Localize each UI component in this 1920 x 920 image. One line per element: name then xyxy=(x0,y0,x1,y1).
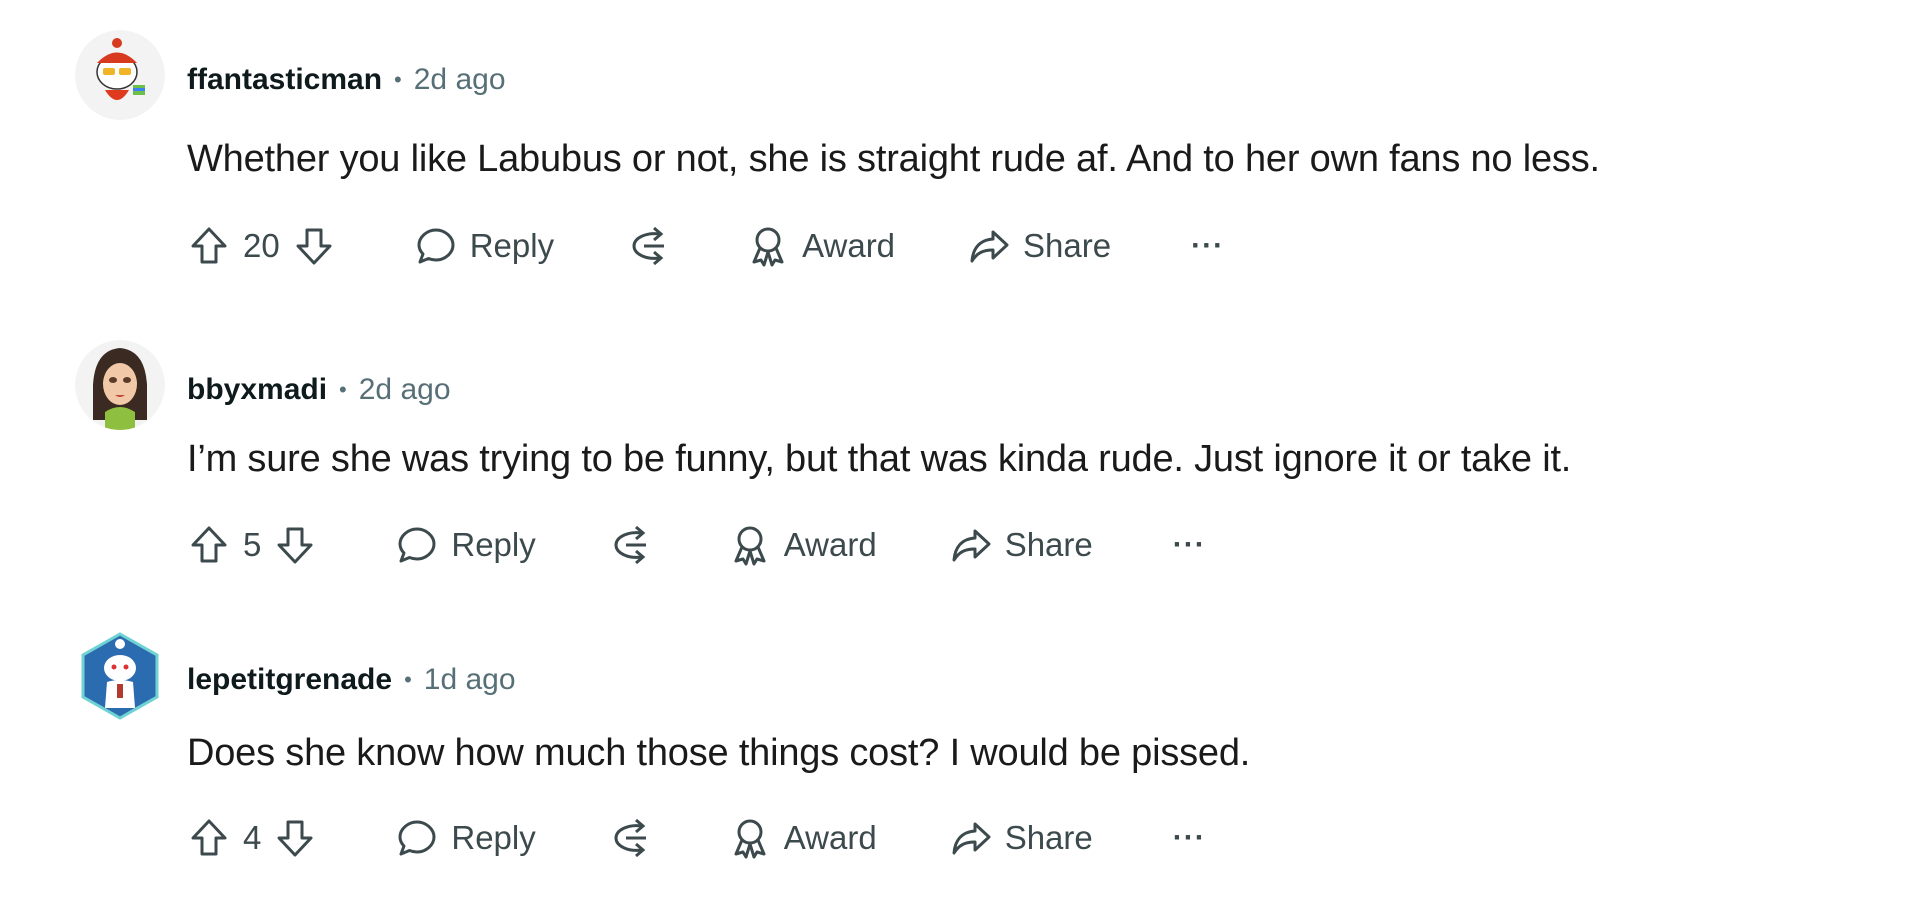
reply-button[interactable]: Reply xyxy=(395,816,536,860)
reply-button[interactable]: Reply xyxy=(414,224,554,268)
vote-count: 20 xyxy=(243,227,280,264)
comment-bubble-icon xyxy=(395,816,439,860)
timestamp[interactable]: 2d ago xyxy=(414,63,506,97)
comment-actions: 20 Reply Award Share ··· xyxy=(187,218,1224,274)
award-icon xyxy=(728,523,772,567)
comment: bbyxmadi • 2d ago I’m sure she was tryin… xyxy=(0,340,1920,630)
comment-actions: 5 Reply Award Share ··· xyxy=(187,517,1206,573)
award-label: Award xyxy=(802,227,896,264)
snoo-avatar-hexagon-icon xyxy=(75,630,165,720)
upvote-icon[interactable] xyxy=(187,523,231,567)
comment: ffantasticman • 2d ago Whether you like … xyxy=(0,30,1920,320)
timestamp[interactable]: 2d ago xyxy=(359,373,451,407)
doll-avatar-icon xyxy=(75,340,165,430)
share-label: Share xyxy=(1023,227,1112,264)
share-icon xyxy=(949,523,993,567)
award-button[interactable]: Award xyxy=(728,523,877,567)
separator: • xyxy=(404,667,412,692)
share-label: Share xyxy=(1004,526,1093,563)
comment-bubble-icon xyxy=(395,523,439,567)
username[interactable]: ffantasticman xyxy=(187,63,382,97)
reply-label: Reply xyxy=(451,819,536,856)
comment-actions: 4 Reply Award Share ··· xyxy=(187,810,1206,866)
vote-group: 20 xyxy=(187,224,336,268)
award-label: Award xyxy=(783,526,877,563)
more-options-button[interactable]: ··· xyxy=(1173,528,1206,562)
comment-bubble-icon xyxy=(414,224,458,268)
reply-label: Reply xyxy=(469,227,555,264)
award-icon xyxy=(746,224,790,268)
comment-meta: bbyxmadi • 2d ago xyxy=(187,370,451,410)
crosspost-button[interactable] xyxy=(608,523,652,567)
separator: • xyxy=(339,377,347,402)
crosspost-icon xyxy=(608,816,652,860)
comment-text: Does she know how much those things cost… xyxy=(187,732,1251,774)
username[interactable]: bbyxmadi xyxy=(187,373,327,407)
more-icon: ··· xyxy=(1172,821,1206,854)
comment-meta: ffantasticman • 2d ago xyxy=(187,60,506,100)
crosspost-button[interactable] xyxy=(626,224,670,268)
avatar[interactable] xyxy=(75,340,165,430)
award-button[interactable]: Award xyxy=(746,224,895,268)
share-label: Share xyxy=(1004,819,1093,856)
share-button[interactable]: Share xyxy=(949,816,1093,860)
upvote-icon[interactable] xyxy=(187,224,231,268)
award-button[interactable]: Award xyxy=(728,816,877,860)
crosspost-icon xyxy=(608,523,652,567)
comment: lepetitgrenade • 1d ago Does she know ho… xyxy=(0,630,1920,920)
downvote-icon[interactable] xyxy=(273,523,317,567)
more-icon: ··· xyxy=(1172,528,1206,561)
share-icon xyxy=(949,816,993,860)
vote-group: 5 xyxy=(187,523,317,567)
share-button[interactable]: Share xyxy=(967,224,1111,268)
share-button[interactable]: Share xyxy=(949,523,1093,567)
vote-count: 5 xyxy=(243,526,262,563)
comment-text: I’m sure she was trying to be funny, but… xyxy=(187,438,1572,480)
timestamp[interactable]: 1d ago xyxy=(424,663,516,697)
vote-count: 4 xyxy=(243,819,262,856)
downvote-icon[interactable] xyxy=(273,816,317,860)
award-icon xyxy=(728,816,772,860)
more-options-button[interactable]: ··· xyxy=(1191,229,1224,263)
vote-group: 4 xyxy=(187,816,317,860)
reply-button[interactable]: Reply xyxy=(395,523,536,567)
share-icon xyxy=(967,224,1011,268)
avatar[interactable] xyxy=(75,30,165,120)
more-icon: ··· xyxy=(1191,229,1225,262)
more-options-button[interactable]: ··· xyxy=(1173,821,1206,855)
avatar[interactable] xyxy=(75,630,165,720)
comment-text: Whether you like Labubus or not, she is … xyxy=(187,138,1600,180)
snoo-avatar-sunglasses-icon xyxy=(75,30,165,120)
username[interactable]: lepetitgrenade xyxy=(187,663,392,697)
crosspost-button[interactable] xyxy=(608,816,652,860)
comment-meta: lepetitgrenade • 1d ago xyxy=(187,660,516,700)
separator: • xyxy=(394,67,402,92)
downvote-icon[interactable] xyxy=(292,224,336,268)
crosspost-icon xyxy=(626,224,670,268)
reply-label: Reply xyxy=(451,526,536,563)
award-label: Award xyxy=(783,819,877,856)
upvote-icon[interactable] xyxy=(187,816,231,860)
